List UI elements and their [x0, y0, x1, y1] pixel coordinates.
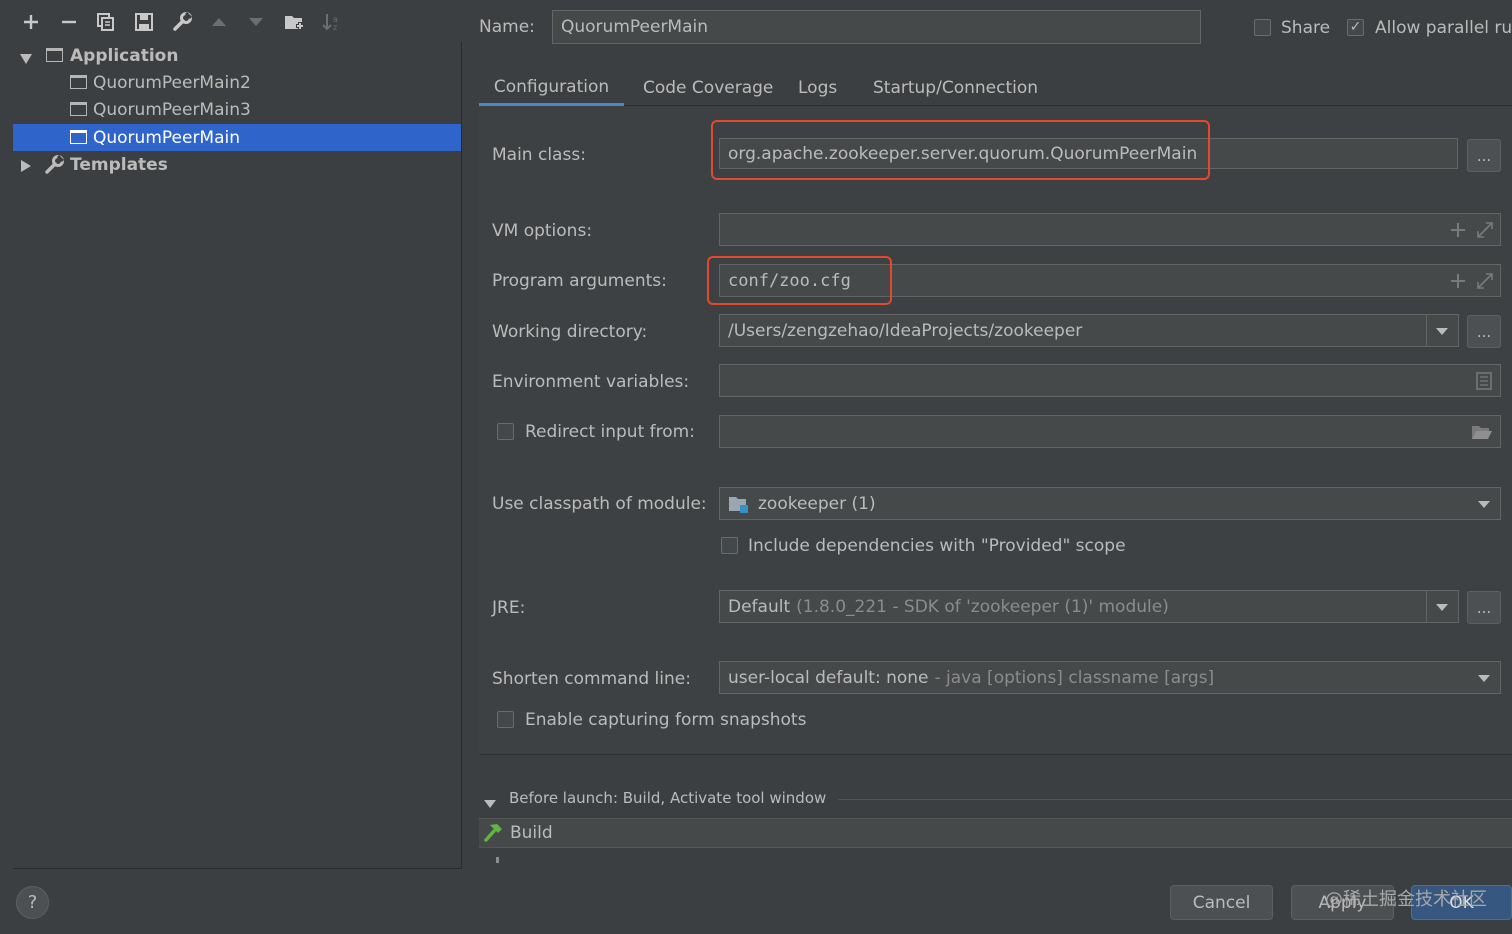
tab-configuration[interactable]: Configuration — [479, 70, 624, 106]
partial-toolbar-icon — [496, 857, 499, 863]
expand-icon[interactable] — [1476, 272, 1494, 295]
arrow-down-icon[interactable] — [242, 8, 270, 36]
application-icon — [46, 48, 63, 62]
tab-logs[interactable]: Logs — [798, 70, 837, 106]
vm-options-input[interactable] — [719, 213, 1501, 246]
vm-options-label: VM options: — [492, 221, 593, 241]
plus-icon[interactable] — [1450, 273, 1466, 294]
redirect-label: Redirect input from: — [525, 422, 695, 442]
highlight-program-args — [707, 256, 892, 305]
working-dir-value: /Users/zengzehao/IdeaProjects/zookeeper — [728, 320, 1083, 341]
env-vars-input[interactable] — [719, 364, 1501, 397]
main-class-label: Main class: — [492, 145, 586, 165]
snapshots-checkbox[interactable] — [497, 711, 514, 728]
tree-node-templates[interactable]: Templates — [13, 151, 461, 178]
wrench-icon — [44, 154, 65, 180]
redirect-input-checkbox[interactable] — [497, 423, 514, 440]
tab-startup-connection[interactable]: Startup/Connection — [873, 70, 1038, 106]
tree-item-label: QuorumPeerMain2 — [93, 72, 251, 93]
module-folder-icon — [728, 495, 750, 513]
hammer-icon — [482, 822, 504, 847]
shorten-value-main: user-local default: none — [728, 667, 929, 688]
document-icon[interactable] — [1476, 372, 1492, 395]
tree-label-templates: Templates — [70, 154, 168, 175]
shorten-label: Shorten command line: — [492, 669, 691, 689]
expand-icon[interactable] — [1476, 221, 1494, 244]
plus-icon[interactable] — [17, 8, 45, 36]
chevron-down-icon[interactable] — [1436, 328, 1448, 335]
copy-icon[interactable] — [92, 8, 120, 36]
classpath-label: Use classpath of module: — [492, 494, 707, 514]
expand-right-icon[interactable] — [20, 158, 32, 178]
working-dir-label: Working directory: — [492, 322, 648, 342]
svg-text:z: z — [333, 23, 337, 31]
expand-down-icon[interactable] — [19, 50, 33, 70]
before-launch-list: Build — [479, 818, 1512, 848]
working-dir-select[interactable]: /Users/zengzehao/IdeaProjects/zookeeper — [719, 314, 1459, 347]
before-launch-divider — [838, 799, 1512, 800]
main-class-browse-button[interactable]: ... — [1467, 139, 1501, 172]
application-icon — [70, 102, 87, 116]
jre-label: JRE: — [492, 598, 526, 618]
application-icon — [70, 130, 87, 144]
folder-add-icon[interactable] — [281, 8, 309, 36]
chevron-down-icon[interactable] — [1478, 675, 1490, 682]
collapse-down-icon[interactable] — [483, 794, 497, 814]
before-launch-title: Before launch: Build, Activate tool wind… — [509, 789, 827, 807]
cancel-button[interactable]: Cancel — [1170, 885, 1273, 920]
share-label: Share — [1281, 18, 1331, 38]
name-input[interactable]: QuorumPeerMain — [552, 10, 1201, 44]
dropdown-separator — [1426, 315, 1427, 346]
jre-value-detail: (1.8.0_221 - SDK of 'zookeeper (1)' modu… — [796, 596, 1169, 617]
before-launch-item[interactable]: Build — [510, 823, 553, 843]
tree-node-application[interactable]: Application — [13, 42, 461, 69]
env-vars-label: Environment variables: — [492, 372, 690, 392]
watermark: @稀土掘金技术社区 — [1325, 889, 1487, 910]
highlight-main-class — [711, 120, 1210, 180]
name-label: Name: — [479, 17, 535, 37]
wrench-icon[interactable] — [168, 8, 196, 36]
folder-open-icon[interactable] — [1471, 424, 1493, 445]
tree-item-quorumpeermain3[interactable]: QuorumPeerMain3 — [13, 96, 461, 123]
tree-item-label: QuorumPeerMain — [93, 127, 241, 148]
dropdown-separator — [1426, 591, 1427, 622]
tree-item-quorumpeermain2[interactable]: QuorumPeerMain2 — [13, 69, 461, 96]
shorten-select[interactable]: user-local default: none - java [options… — [719, 661, 1501, 694]
allow-parallel-label: Allow parallel ru — [1375, 18, 1512, 38]
tab-code-coverage[interactable]: Code Coverage — [643, 70, 773, 106]
classpath-select[interactable]: zookeeper (1) — [719, 487, 1501, 520]
redirect-input-field[interactable] — [719, 415, 1501, 448]
include-deps-label: Include dependencies with "Provided" sco… — [748, 536, 1126, 556]
plus-icon[interactable] — [1450, 222, 1466, 243]
jre-browse-button[interactable]: ... — [1467, 591, 1501, 624]
application-icon — [70, 75, 87, 89]
chevron-down-icon[interactable] — [1436, 604, 1448, 611]
shorten-value-detail: - java [options] classname [args] — [934, 667, 1215, 688]
help-button[interactable]: ? — [16, 886, 49, 919]
share-checkbox[interactable] — [1254, 19, 1271, 36]
save-icon[interactable] — [130, 8, 158, 36]
jre-select[interactable]: Default (1.8.0_221 - SDK of 'zookeeper (… — [719, 590, 1459, 623]
allow-parallel-checkbox[interactable]: ✓ — [1347, 19, 1364, 36]
sort-icon[interactable]: az — [318, 8, 346, 36]
tree-label-application: Application — [70, 45, 179, 66]
run-config-tree: Application QuorumPeerMain2 QuorumPeerMa… — [13, 42, 462, 869]
program-args-label: Program arguments: — [492, 271, 667, 291]
snapshots-label: Enable capturing form snapshots — [525, 710, 807, 730]
chevron-down-icon[interactable] — [1478, 501, 1490, 508]
classpath-value: zookeeper (1) — [758, 493, 876, 514]
working-dir-browse-button[interactable]: ... — [1467, 315, 1501, 348]
tree-item-label: QuorumPeerMain3 — [93, 99, 251, 120]
arrow-up-icon[interactable] — [205, 8, 233, 36]
tree-item-quorumpeermain[interactable]: QuorumPeerMain — [13, 124, 461, 151]
minus-icon[interactable] — [55, 8, 83, 36]
jre-value-main: Default — [728, 596, 791, 617]
include-deps-checkbox[interactable] — [721, 537, 738, 554]
